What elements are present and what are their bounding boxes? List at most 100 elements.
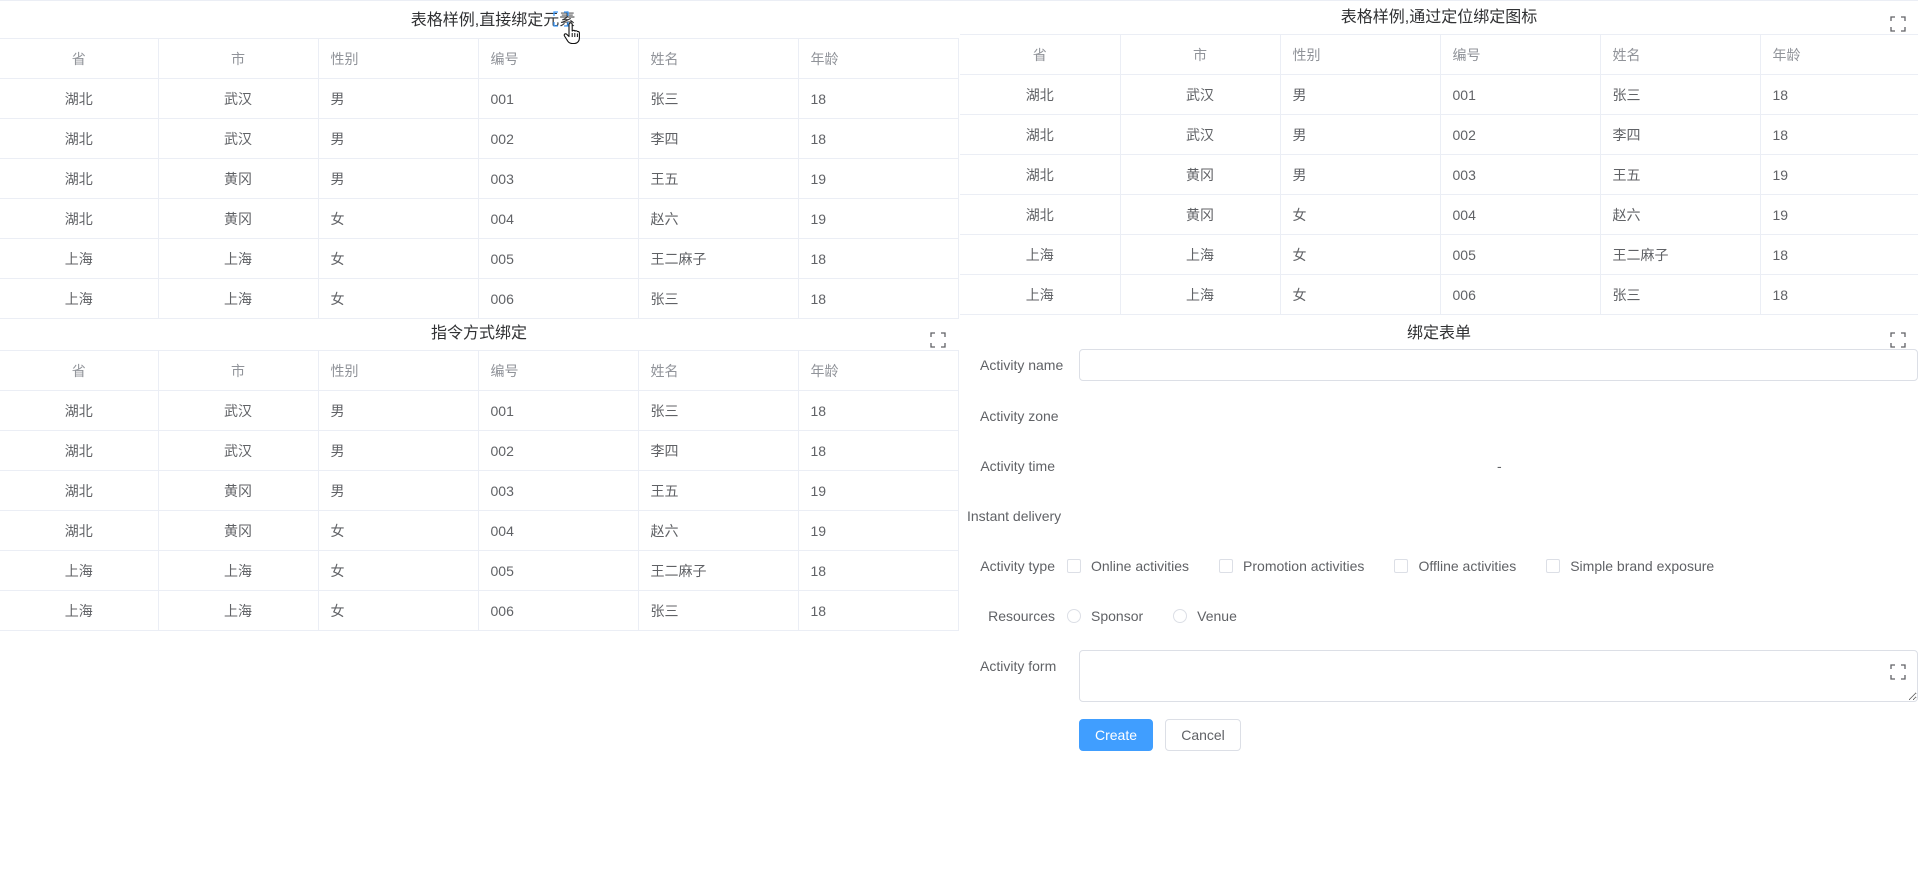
column-header[interactable]: 市 — [158, 350, 319, 391]
table-row: 湖北 武汉男 001 张三 18 — [0, 78, 959, 119]
fullscreen-icon[interactable] — [1890, 16, 1906, 32]
table-cell: 003 — [478, 158, 639, 199]
resources-group: Sponsor Venue — [1067, 608, 1267, 624]
table-cell: 湖北 — [960, 114, 1121, 155]
table-header-row: 省市性别 编号 姓名 年龄 — [0, 38, 959, 79]
table-cell: 18 — [1760, 274, 1918, 315]
table-row: 上海 上海女 005 王二麻子 18 — [0, 550, 959, 591]
form-row-instant-delivery: Instant delivery — [967, 500, 1067, 532]
checkbox-label: Offline activities — [1418, 558, 1517, 574]
column-header[interactable]: 年龄 — [1760, 34, 1918, 75]
table-row: 湖北 黄冈女 004 赵六 19 — [0, 198, 959, 239]
table-cell: 18 — [798, 550, 959, 591]
column-header[interactable]: 省 — [0, 350, 159, 391]
radio-label: Sponsor — [1091, 608, 1144, 624]
checkbox-box[interactable] — [1394, 559, 1409, 573]
checkbox-label: Promotion activities — [1243, 558, 1365, 574]
table-cell: 002 — [478, 118, 639, 159]
table-cell: 黄冈 — [158, 470, 319, 511]
table-cell: 18 — [798, 590, 959, 631]
column-header[interactable]: 编号 — [478, 350, 639, 391]
table-cell: 男 — [318, 430, 479, 471]
table-cell: 女 — [318, 278, 479, 319]
column-header[interactable]: 编号 — [1440, 34, 1601, 75]
table-cell: 男 — [318, 390, 479, 431]
checkbox-offline-activities[interactable]: Offline activities — [1394, 558, 1516, 574]
column-header[interactable]: 性别 — [1280, 34, 1441, 75]
table-cell: 武汉 — [158, 118, 319, 159]
checkbox-promotion-activities[interactable]: Promotion activities — [1219, 558, 1364, 574]
column-header[interactable]: 姓名 — [1600, 34, 1761, 75]
table-cell: 张三 — [638, 390, 799, 431]
checkbox-box[interactable] — [1219, 559, 1234, 573]
table-cell: 19 — [1760, 194, 1918, 235]
table-row: 湖北 武汉男 002 李四 18 — [960, 114, 1918, 155]
radio-sponsor[interactable]: Sponsor — [1067, 608, 1143, 624]
table-cell: 女 — [1280, 274, 1441, 315]
column-header[interactable]: 省 — [0, 38, 159, 79]
table-cell: 男 — [318, 470, 479, 511]
table-cell: 男 — [1280, 114, 1441, 155]
table-cell: 武汉 — [1120, 114, 1281, 155]
column-header[interactable]: 年龄 — [798, 350, 959, 391]
fullscreen-icon[interactable] — [1890, 664, 1906, 680]
table-row: 上海 上海女 006 张三 18 — [0, 590, 959, 631]
checkbox-simple-brand-exposure[interactable]: Simple brand exposure — [1546, 558, 1714, 574]
table-cell: 张三 — [638, 278, 799, 319]
table-cell: 上海 — [158, 550, 319, 591]
table-cell: 湖北 — [0, 158, 159, 199]
panel-title-text: 绑定表单 — [1406, 325, 1471, 342]
table-cell: 王五 — [638, 470, 799, 511]
checkbox-label: Simple brand exposure — [1570, 558, 1715, 574]
table-cell: 003 — [478, 470, 639, 511]
table-cell: 李四 — [638, 118, 799, 159]
activity-name-input[interactable] — [1079, 349, 1918, 381]
table-cell: 黄冈 — [158, 198, 319, 239]
create-button[interactable]: Create — [1079, 719, 1153, 751]
column-header[interactable]: 编号 — [478, 38, 639, 79]
activity-form-textarea[interactable] — [1079, 650, 1918, 702]
radio-circle[interactable] — [1067, 609, 1081, 623]
column-header[interactable]: 性别 — [318, 350, 479, 391]
table-cell: 黄冈 — [158, 510, 319, 551]
checkbox-box[interactable] — [1067, 559, 1081, 573]
table-cell: 18 — [798, 78, 959, 119]
table-header-row: 省市性别 编号 姓名 年龄 — [960, 34, 1918, 75]
column-header[interactable]: 市 — [158, 38, 319, 79]
activity-time-label: Activity time — [980, 458, 1055, 474]
table-cell: 女 — [318, 550, 479, 591]
column-header[interactable]: 市 — [1120, 34, 1281, 75]
checkbox-online-activities[interactable]: Online activities — [1067, 558, 1189, 574]
column-header[interactable]: 省 — [960, 34, 1121, 75]
table-body: 省市性别 编号 姓名 年龄 湖北 武汉男 001 张三 18 湖北 武汉男 002 李四 18 湖北 黄冈男 0… — [0, 350, 959, 631]
fullscreen-icon[interactable] — [1890, 332, 1906, 348]
fullscreen-icon[interactable] — [930, 332, 946, 348]
table-cell: 黄冈 — [1120, 194, 1281, 235]
table-cell: 湖北 — [0, 78, 159, 119]
column-header[interactable]: 性别 — [318, 38, 479, 79]
radio-venue[interactable]: Venue — [1173, 608, 1237, 624]
column-header[interactable]: 年龄 — [798, 38, 959, 79]
table-cell: 上海 — [1120, 274, 1281, 315]
table-cell: 女 — [318, 590, 479, 631]
form-row-activity-zone: Activity zone — [980, 400, 1067, 432]
table-cell: 李四 — [638, 430, 799, 471]
table-row: 上海 上海女 005 王二麻子 18 — [0, 238, 959, 279]
checkbox-box[interactable] — [1546, 559, 1561, 573]
table-cell: 18 — [798, 430, 959, 471]
table-cell: 湖北 — [0, 470, 159, 511]
radio-circle[interactable] — [1173, 609, 1188, 623]
table-cell: 王五 — [1600, 154, 1761, 195]
column-header[interactable]: 姓名 — [638, 350, 799, 391]
activity-type-group: Online activities Promotion activities O… — [1067, 558, 1744, 574]
table-cell: 黄冈 — [1120, 154, 1281, 195]
table-cell: 006 — [478, 590, 639, 631]
table-row: 上海 上海女 006 张三 18 — [0, 278, 959, 319]
column-header[interactable]: 姓名 — [638, 38, 799, 79]
panel-direct-bind: 表格样例,直接绑定元素 省市性别 编号 姓名 年龄 湖北 武汉男 001 张三 18 湖北 武汉男 0… — [0, 0, 959, 319]
table-cell: 005 — [478, 550, 639, 591]
cancel-button[interactable]: Cancel — [1165, 719, 1241, 751]
table-cell: 武汉 — [158, 390, 319, 431]
table-cell: 男 — [1280, 154, 1441, 195]
table-cell: 女 — [318, 238, 479, 279]
